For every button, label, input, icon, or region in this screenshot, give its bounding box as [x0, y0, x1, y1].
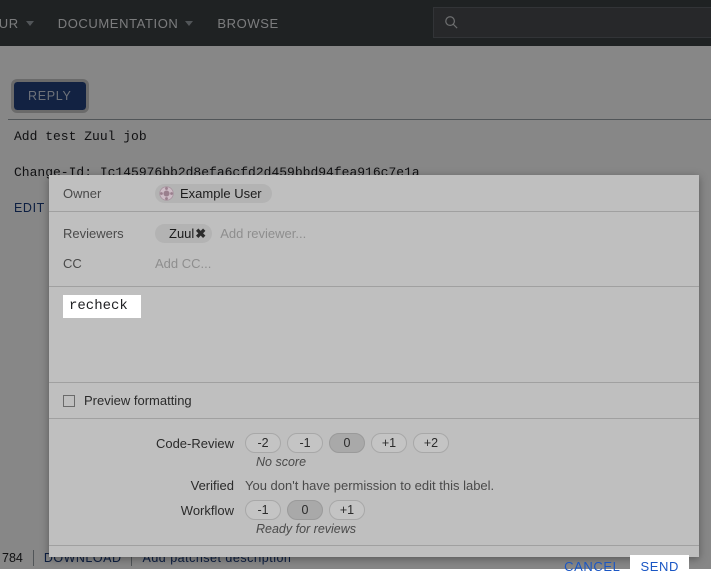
label-hint-workflow: Ready for reviews	[63, 522, 685, 536]
label-name-workflow: Workflow	[63, 503, 245, 518]
score-button-workflow-0[interactable]: 0	[287, 500, 323, 520]
reviewers-label: Reviewers	[63, 226, 155, 241]
label-hint-code-review: No score	[63, 455, 685, 469]
score-button-workflow--1[interactable]: -1	[245, 500, 281, 520]
add-reviewer-input[interactable]	[212, 225, 685, 242]
score-button-code-review-+1[interactable]: +1	[371, 433, 407, 453]
send-button[interactable]: SEND	[630, 555, 689, 578]
label-name-verified: Verified	[63, 478, 245, 493]
score-button-code-review--1[interactable]: -1	[287, 433, 323, 453]
score-button-code-review--2[interactable]: -2	[245, 433, 281, 453]
gravatar-avatar-icon	[159, 186, 174, 201]
owner-row: Owner Example User	[49, 175, 699, 212]
reply-message-input[interactable]	[63, 295, 141, 318]
reviewer-chip-name: Zuul	[169, 226, 194, 241]
score-button-code-review-0[interactable]: 0	[329, 433, 365, 453]
score-button-workflow-+1[interactable]: +1	[329, 500, 365, 520]
reviewer-chip-zuul[interactable]: Zuul ✖	[155, 224, 212, 243]
cc-label: CC	[63, 256, 155, 271]
cancel-button[interactable]: CANCEL	[554, 555, 630, 578]
add-cc-input[interactable]	[155, 255, 685, 272]
label-row-verified: Verified You don't have permission to ed…	[63, 478, 685, 493]
label-row-workflow: Workflow -1 0 +1	[63, 500, 685, 520]
preview-formatting-row[interactable]: Preview formatting	[49, 383, 699, 419]
preview-formatting-label: Preview formatting	[84, 393, 192, 408]
score-group-code-review: -2 -1 0 +1 +2	[245, 433, 449, 453]
label-permission-message-verified: You don't have permission to edit this l…	[245, 478, 494, 493]
owner-label: Owner	[63, 186, 155, 201]
score-button-code-review-+2[interactable]: +2	[413, 433, 449, 453]
score-group-workflow: -1 0 +1	[245, 500, 365, 520]
cc-row: CC	[63, 252, 685, 274]
preview-formatting-checkbox[interactable]	[63, 395, 75, 407]
message-section	[49, 287, 699, 383]
dialog-footer: CANCEL SEND	[49, 546, 699, 586]
labels-section: Code-Review -2 -1 0 +1 +2 No score Verif…	[49, 419, 699, 546]
reviewers-section: Reviewers Zuul ✖ CC	[49, 212, 699, 287]
reply-dialog: Owner Example User Reviewers Zuul ✖	[49, 175, 699, 557]
owner-name: Example User	[180, 186, 262, 201]
close-x-icon[interactable]: ✖	[195, 227, 206, 240]
reviewers-row: Reviewers Zuul ✖	[63, 222, 685, 244]
label-row-code-review: Code-Review -2 -1 0 +1 +2	[63, 433, 685, 453]
label-name-code-review: Code-Review	[63, 436, 245, 451]
owner-chip[interactable]: Example User	[155, 184, 272, 203]
